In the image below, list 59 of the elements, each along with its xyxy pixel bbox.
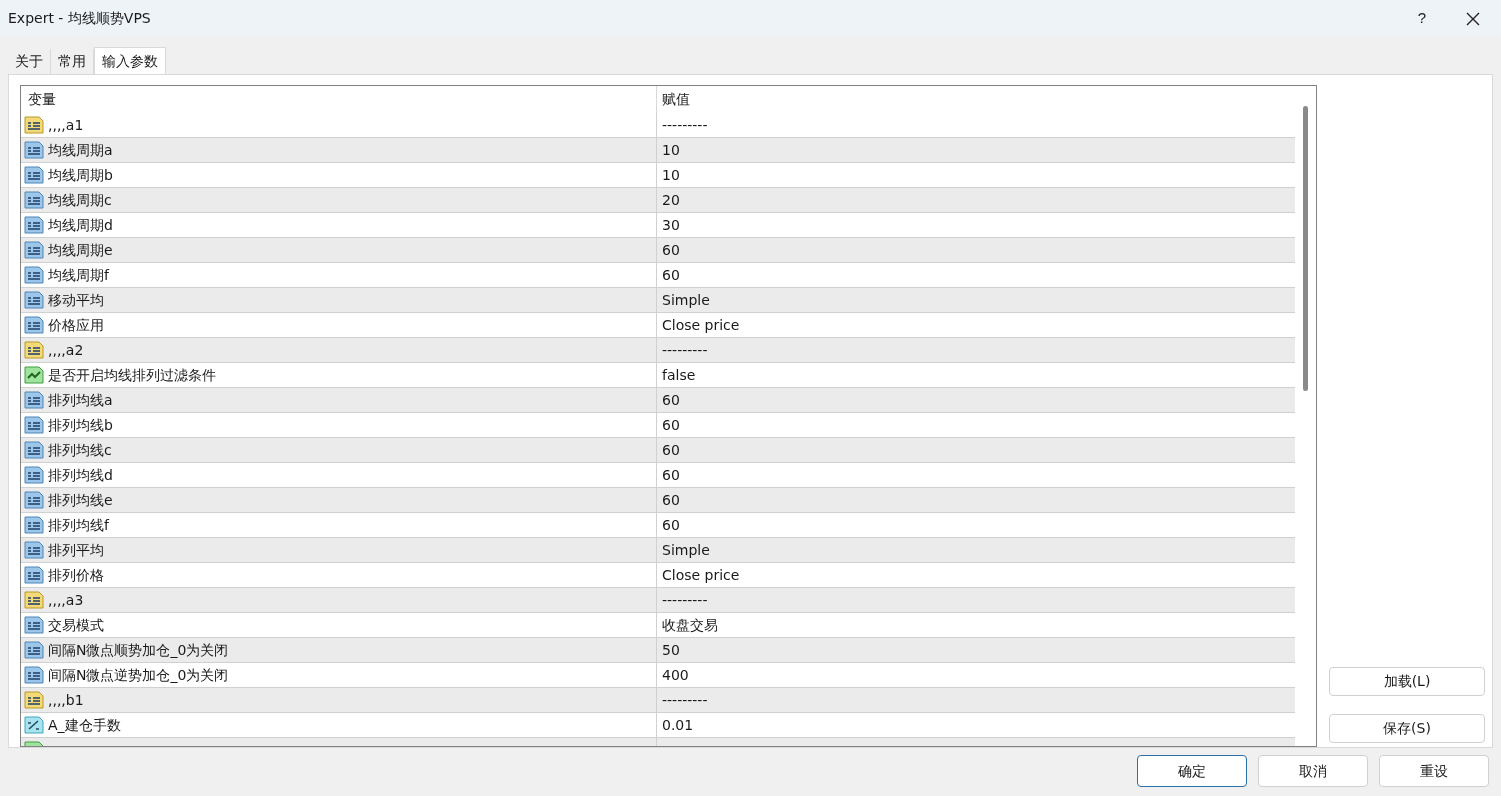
parameter-name: 交易模式 (48, 615, 104, 635)
parameter-name: ,,,,b1 (48, 690, 84, 710)
parameter-name: 间隔N微点顺势加仓_0为关闭 (48, 640, 229, 660)
parameter-value[interactable]: 60 (662, 414, 680, 436)
column-header[interactable]: 赋值 (657, 86, 1295, 113)
parameter-value[interactable]: false (662, 364, 696, 386)
parameter-name: 间隔N微点逆势加仓_0为关闭 (48, 665, 229, 685)
parameter-name: 排列均线b (48, 415, 113, 435)
parameter-name: 价格应用 (48, 315, 104, 335)
parameter-value[interactable]: Close price (662, 314, 740, 336)
parameter-name: 排列均线a (48, 390, 113, 410)
parameter-name: 排列均线e (48, 490, 113, 510)
parameter-name: 均线周期a (48, 140, 113, 160)
parameter-value[interactable]: 收盘交易 (662, 614, 718, 636)
dialog-button[interactable]: 取消 (1258, 755, 1368, 787)
parameter-name: 排列价格 (48, 565, 104, 585)
parameter-name: 均线周期f (48, 265, 109, 285)
parameter-value[interactable]: --------- (662, 689, 708, 711)
parameter-value[interactable]: 0.01 (662, 714, 694, 736)
parameter-value[interactable]: 60 (662, 389, 680, 411)
parameter-name: 移动平均 (48, 290, 104, 310)
parameter-name: A_建仓手数 (48, 715, 121, 735)
parameter-value[interactable]: 20 (662, 189, 680, 211)
parameter-value[interactable]: 10 (662, 164, 680, 186)
parameter-name: ,,,,a3 (48, 590, 84, 610)
parameter-value[interactable]: Simple (662, 289, 710, 311)
parameter-name: 是否开启均线排列过滤条件 (48, 365, 216, 385)
dialog-button[interactable]: 重设 (1379, 755, 1489, 787)
parameter-value[interactable]: 60 (662, 439, 680, 461)
parameter-name: 排列平均 (48, 540, 104, 560)
parameter-value[interactable]: 400 (662, 664, 689, 686)
parameter-value[interactable]: 60 (662, 264, 680, 286)
parameter-value[interactable]: --------- (662, 589, 708, 611)
parameter-value[interactable]: 50 (662, 639, 680, 661)
tab[interactable]: 输入参数 (94, 47, 166, 74)
window-title: Expert - 均线顺势VPS (8, 9, 151, 28)
parameter-value[interactable]: 30 (662, 214, 680, 236)
parameter-value[interactable]: 60 (662, 239, 680, 261)
side-button[interactable]: 保存(S) (1329, 714, 1485, 743)
dialog-button[interactable]: 确定 (1137, 755, 1247, 787)
parameter-name: 排列均线d (48, 465, 113, 485)
parameter-value[interactable]: 60 (662, 489, 680, 511)
parameter-name: 均线周期d (48, 215, 113, 235)
parameter-value[interactable]: Simple (662, 539, 710, 561)
parameter-value[interactable]: --------- (662, 339, 708, 361)
parameter-value[interactable]: 60 (662, 464, 680, 486)
parameter-value[interactable]: 10 (662, 139, 680, 161)
parameter-name: 均线周期c (48, 190, 112, 210)
parameter-value[interactable]: Close price (662, 564, 740, 586)
side-button[interactable]: 加载(L) (1329, 667, 1485, 696)
help-button[interactable]: ? (1399, 0, 1445, 37)
parameter-name: ,,,,a1 (48, 115, 84, 135)
parameter-value[interactable]: --------- (662, 114, 708, 136)
parameter-value[interactable]: 60 (662, 514, 680, 536)
parameter-name: 排列均线c (48, 440, 112, 460)
parameter-name: 排列均线f (48, 515, 109, 535)
parameter-name: 均线周期e (48, 240, 113, 260)
parameter-name: 均线周期b (48, 165, 113, 185)
parameter-name: ,,,,a2 (48, 340, 84, 360)
